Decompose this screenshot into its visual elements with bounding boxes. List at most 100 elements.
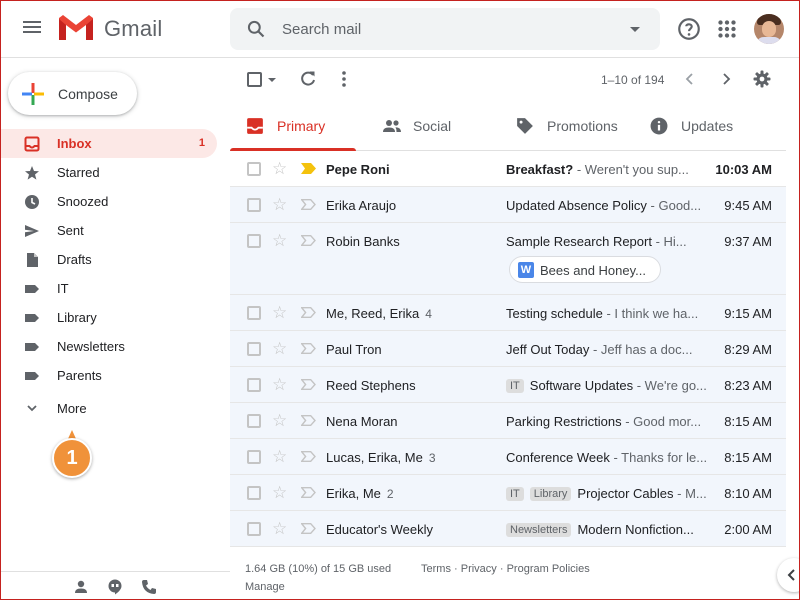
label-icon bbox=[25, 372, 39, 380]
refresh-icon[interactable] bbox=[298, 69, 318, 89]
label-chip[interactable]: IT bbox=[506, 379, 524, 393]
settings-gear-icon[interactable] bbox=[752, 69, 772, 89]
tab-label: Promotions bbox=[547, 118, 618, 134]
main-menu-icon[interactable] bbox=[20, 18, 44, 40]
important-marker-icon[interactable] bbox=[301, 235, 316, 246]
label-chip[interactable]: Newsletters bbox=[506, 523, 572, 537]
email-row[interactable]: ☆ Lucas, Erika, Me 3 Conference Week - Th… bbox=[230, 439, 786, 475]
email-time: 9:45 AM bbox=[724, 198, 772, 213]
important-marker-icon[interactable] bbox=[301, 163, 316, 174]
row-checkbox[interactable] bbox=[247, 522, 261, 536]
row-checkbox[interactable] bbox=[247, 162, 261, 176]
star-icon[interactable]: ☆ bbox=[272, 376, 287, 394]
sidebar-item-it[interactable]: IT bbox=[0, 274, 217, 303]
sidebar-item-sent[interactable]: Sent bbox=[0, 216, 217, 245]
search-options-icon[interactable] bbox=[630, 27, 640, 32]
email-row[interactable]: ☆ Erika Araujo Updated Absence Policy - … bbox=[230, 187, 786, 223]
select-options-icon[interactable] bbox=[268, 78, 276, 82]
email-row[interactable]: ☆ Paul Tron Jeff Out Today - Jeff has a … bbox=[230, 331, 786, 367]
tab-primary[interactable]: Primary bbox=[230, 101, 356, 151]
sidebar-item-snoozed[interactable]: Snoozed bbox=[0, 187, 217, 216]
label-chip[interactable]: IT bbox=[506, 487, 524, 501]
sidebar-item-starred[interactable]: Starred bbox=[0, 158, 217, 187]
email-row[interactable]: ☆ Pepe Roni Breakfast? - Weren't you sup… bbox=[230, 151, 786, 187]
phone-icon[interactable] bbox=[140, 578, 158, 596]
email-sender: Erika, Me 2 bbox=[326, 486, 394, 501]
important-marker-icon[interactable] bbox=[301, 379, 316, 390]
label-icon bbox=[25, 314, 39, 322]
select-all-checkbox[interactable] bbox=[247, 72, 262, 87]
chevron-left-icon[interactable] bbox=[680, 69, 700, 89]
search-icon[interactable] bbox=[246, 19, 266, 39]
thread-count: 3 bbox=[428, 451, 436, 465]
star-icon[interactable]: ☆ bbox=[272, 304, 287, 322]
sidebar-item-label: Drafts bbox=[57, 252, 92, 267]
email-row[interactable]: ☆ Nena Moran Parking Restrictions - Good… bbox=[230, 403, 786, 439]
manage-storage-link[interactable]: Manage bbox=[245, 581, 285, 593]
star-icon[interactable]: ☆ bbox=[272, 520, 287, 538]
row-checkbox[interactable] bbox=[247, 306, 261, 320]
sender-names: Me, Reed, Erika bbox=[326, 306, 420, 321]
label-chip[interactable]: Library bbox=[529, 487, 572, 501]
row-checkbox[interactable] bbox=[247, 378, 261, 392]
hangouts-icon[interactable] bbox=[106, 578, 124, 596]
tab-updates[interactable]: Updates bbox=[634, 101, 774, 151]
sidebar-more-button[interactable]: More bbox=[0, 394, 217, 423]
privacy-link[interactable]: Privacy bbox=[461, 563, 497, 575]
email-sender: Erika Araujo bbox=[326, 198, 397, 213]
star-icon[interactable]: ☆ bbox=[272, 340, 287, 358]
star-icon[interactable]: ☆ bbox=[272, 448, 287, 466]
sidebar-item-library[interactable]: Library bbox=[0, 303, 217, 332]
person-icon[interactable] bbox=[72, 578, 90, 596]
sidebar-item-newsletters[interactable]: Newsletters bbox=[0, 332, 217, 361]
star-icon[interactable]: ☆ bbox=[272, 412, 287, 430]
important-marker-icon[interactable] bbox=[301, 199, 316, 210]
star-icon[interactable]: ☆ bbox=[272, 484, 287, 502]
row-checkbox[interactable] bbox=[247, 414, 261, 428]
row-checkbox[interactable] bbox=[247, 234, 261, 248]
sidebar-item-inbox[interactable]: Inbox 1 bbox=[0, 129, 217, 158]
sidebar-item-parents[interactable]: Parents bbox=[0, 361, 217, 390]
link-separator: · bbox=[450, 563, 461, 575]
row-checkbox[interactable] bbox=[247, 342, 261, 356]
attachment-chip[interactable]: W Bees and Honey... bbox=[509, 256, 661, 283]
email-row[interactable]: ☆ Robin Banks Sample Research Report - H… bbox=[230, 223, 786, 295]
more-vert-icon[interactable] bbox=[334, 69, 354, 89]
program-policies-link[interactable]: Program Policies bbox=[507, 563, 590, 575]
row-checkbox[interactable] bbox=[247, 450, 261, 464]
row-checkbox[interactable] bbox=[247, 486, 261, 500]
row-checkbox[interactable] bbox=[247, 198, 261, 212]
email-row[interactable]: ☆ Reed Stephens IT Software Updates - We'… bbox=[230, 367, 786, 403]
email-sender: Me, Reed, Erika 4 bbox=[326, 306, 432, 321]
account-avatar[interactable] bbox=[754, 14, 784, 44]
email-row[interactable]: ☆ Educator's Weekly Newsletters Modern No… bbox=[230, 511, 786, 547]
important-marker-icon[interactable] bbox=[301, 307, 316, 318]
compose-button[interactable]: Compose bbox=[8, 72, 137, 115]
important-marker-icon[interactable] bbox=[301, 451, 316, 462]
important-marker-icon[interactable] bbox=[301, 343, 316, 354]
star-icon[interactable]: ☆ bbox=[272, 160, 287, 178]
star-icon[interactable]: ☆ bbox=[272, 232, 287, 250]
terms-link[interactable]: Terms bbox=[421, 563, 451, 575]
apps-grid-icon[interactable] bbox=[714, 16, 740, 42]
inbox-icon bbox=[24, 136, 40, 152]
chevron-right-icon[interactable] bbox=[716, 69, 736, 89]
sender-names: Erika, Me bbox=[326, 486, 381, 501]
email-row[interactable]: ☆ Me, Reed, Erika 4 Testing schedule - I … bbox=[230, 295, 786, 331]
email-content: Parking Restrictions - Good mor... bbox=[506, 414, 712, 432]
pagination-info: 1–10 of 194 bbox=[601, 73, 665, 87]
sidebar-item-drafts[interactable]: Drafts bbox=[0, 245, 217, 274]
important-marker-icon[interactable] bbox=[301, 415, 316, 426]
plus-icon bbox=[22, 83, 44, 105]
email-row[interactable]: ☆ Erika, Me 2 IT Library Projector Cables -… bbox=[230, 475, 786, 511]
important-marker-icon[interactable] bbox=[301, 487, 316, 498]
help-icon[interactable] bbox=[676, 16, 702, 42]
search-input[interactable] bbox=[282, 18, 612, 40]
important-marker-icon[interactable] bbox=[301, 523, 316, 534]
tab-promotions[interactable]: Promotions bbox=[500, 101, 640, 151]
star-icon[interactable]: ☆ bbox=[272, 196, 287, 214]
email-list: ☆ Pepe Roni Breakfast? - Weren't you sup… bbox=[230, 151, 786, 547]
info-icon bbox=[650, 117, 668, 135]
tab-social[interactable]: Social bbox=[366, 101, 492, 151]
email-subject: Conference Week bbox=[506, 450, 610, 465]
